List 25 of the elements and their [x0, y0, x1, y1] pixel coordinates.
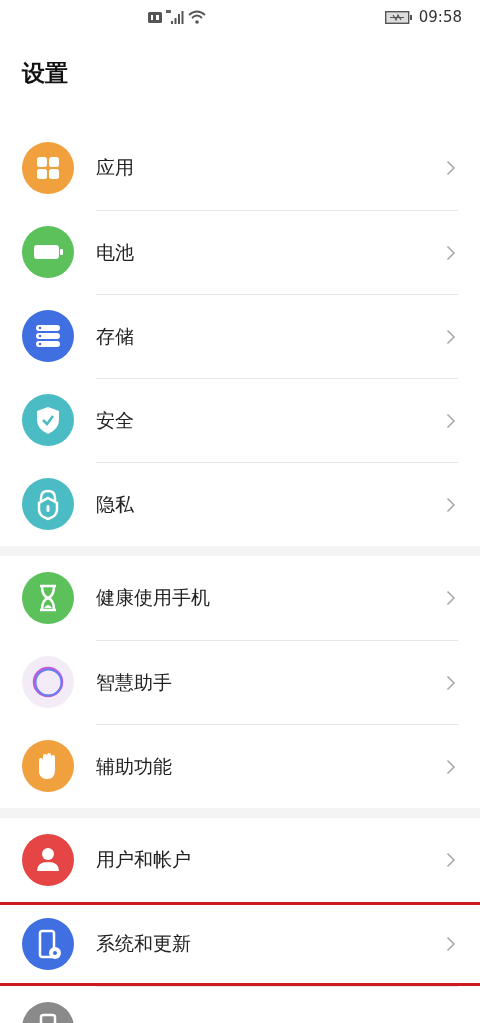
battery-icon	[384, 10, 413, 24]
chevron-icon	[446, 936, 456, 952]
settings-item[interactable]: 智慧助手	[96, 669, 172, 696]
settings-item[interactable]: 安全	[96, 407, 134, 434]
chevron-icon	[446, 328, 456, 345]
chevron-icon	[446, 496, 456, 513]
chevron-icon	[446, 590, 456, 606]
chevron-icon	[446, 412, 456, 429]
settings-item[interactable]: 健康使用手机	[96, 585, 210, 611]
chevron-icon	[446, 674, 456, 691]
page-title: 设置	[0, 34, 480, 126]
chevron-icon	[446, 758, 456, 775]
settings-item[interactable]: 系统和更新	[96, 931, 191, 957]
settings-item[interactable]: 存储	[96, 323, 134, 350]
signal-icon	[166, 10, 184, 24]
chevron-icon	[446, 160, 456, 176]
wifi-icon	[188, 10, 206, 24]
settings-item[interactable]: 应用	[96, 155, 134, 181]
settings-item[interactable]: 电池	[96, 239, 134, 266]
status-time: 09:58	[418, 8, 462, 26]
chevron-icon	[446, 852, 456, 868]
chevron-icon	[446, 244, 456, 261]
settings-item[interactable]: 辅助功能	[96, 753, 172, 780]
settings-item[interactable]: 隐私	[96, 491, 134, 518]
settings-item[interactable]: 用户和帐户	[96, 847, 191, 873]
